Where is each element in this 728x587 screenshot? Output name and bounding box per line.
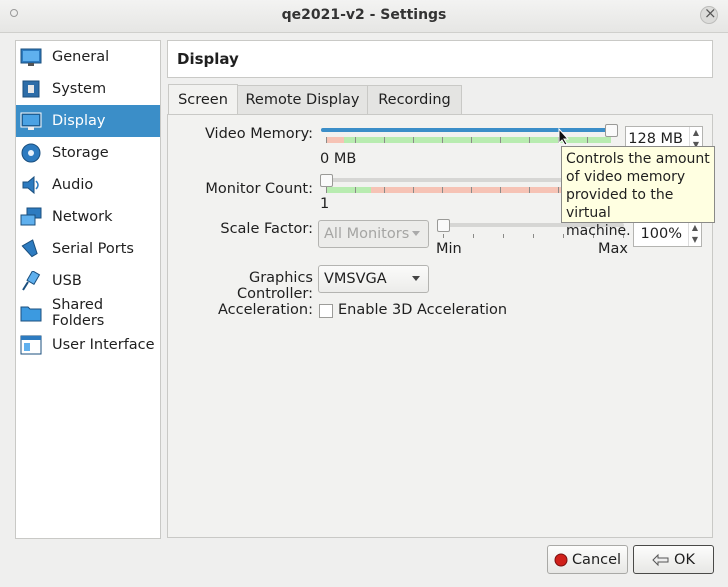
sidebar-item-usb[interactable]: USB	[16, 265, 160, 297]
sidebar-item-label: Shared Folders	[52, 297, 105, 329]
network-icon	[20, 207, 42, 227]
tab-recording[interactable]: Recording	[367, 85, 462, 114]
cancel-icon	[554, 553, 568, 566]
acceleration-label: Acceleration:	[218, 302, 313, 318]
video-memory-slider-handle[interactable]	[605, 124, 618, 137]
sidebar-item-label: System	[52, 81, 107, 97]
tooltip-line: provided to the virtual	[566, 187, 674, 221]
sidebar-item-label: Audio	[52, 177, 94, 193]
sidebar-item-system[interactable]: System	[16, 73, 160, 105]
sidebar-item-label: User Interface	[52, 337, 155, 353]
tab-label: Remote Display	[245, 92, 360, 108]
chip-icon	[20, 79, 42, 99]
tooltip-line: machine.	[566, 223, 631, 239]
disk-icon	[20, 143, 42, 163]
page-title-text: Display	[177, 50, 239, 68]
sidebar-item-audio[interactable]: Audio	[16, 169, 160, 201]
tooltip-line: Controls the amount	[566, 151, 710, 167]
window-title: qe2021-v2 - Settings	[281, 7, 447, 23]
folder-icon	[20, 303, 42, 323]
graphics-controller-select[interactable]: VMSVGA	[318, 265, 429, 293]
sidebar-item-serial-ports[interactable]: Serial Ports	[16, 233, 160, 265]
page-title: Display	[167, 40, 713, 78]
title-bar: qe2021-v2 - Settings	[0, 0, 728, 33]
monitor-count-label: Monitor Count:	[205, 181, 313, 197]
ui-icon	[20, 335, 42, 355]
monitor-icon	[20, 47, 42, 67]
tooltip-line: of video memory	[566, 169, 686, 185]
enable-3d-acceleration-checkbox[interactable]	[319, 304, 333, 318]
tab-label: Recording	[378, 92, 451, 108]
serial-icon	[20, 239, 42, 259]
sidebar-item-label: Network	[52, 209, 113, 225]
display-icon	[20, 111, 42, 131]
chevron-down-icon	[412, 276, 420, 281]
monitor-count-slider-handle[interactable]	[320, 174, 333, 187]
settings-sidebar: General System Display Storage Audio Net…	[15, 40, 161, 539]
scale-monitor-select-value: All Monitors	[324, 226, 410, 242]
cancel-button-label: Cancel	[571, 551, 622, 568]
speaker-icon	[20, 175, 42, 195]
sidebar-item-storage[interactable]: Storage	[16, 137, 160, 169]
graphics-controller-value: VMSVGA	[324, 271, 387, 287]
scale-monitor-select[interactable]: All Monitors	[318, 220, 429, 248]
sidebar-item-label: General	[52, 49, 110, 65]
scale-factor-slider-handle[interactable]	[437, 219, 450, 232]
tab-screen[interactable]: Screen	[168, 84, 238, 115]
scale-max-label: Max	[598, 241, 628, 257]
tab-label: Screen	[178, 92, 228, 108]
ok-button-label: OK	[674, 551, 695, 568]
sidebar-item-label: Serial Ports	[52, 241, 134, 257]
sidebar-item-display[interactable]: Display	[16, 105, 160, 137]
scale-factor-label: Scale Factor:	[220, 221, 313, 237]
video-memory-label: Video Memory:	[204, 126, 313, 142]
monitor-count-min-label: 1	[320, 196, 330, 212]
video-memory-tooltip: Controls the amount of video memory prov…	[561, 146, 715, 239]
sidebar-item-general[interactable]: General	[16, 41, 160, 73]
sidebar-item-user-interface[interactable]: User Interface	[16, 329, 160, 361]
sidebar-item-network[interactable]: Network	[16, 201, 160, 233]
ok-icon	[652, 553, 669, 566]
enable-3d-acceleration-label[interactable]: Enable 3D Acceleration	[338, 302, 507, 318]
sidebar-item-shared-folders[interactable]: Shared Folders	[16, 297, 160, 329]
cancel-button[interactable]: Cancel	[547, 545, 628, 574]
sidebar-item-label: USB	[52, 273, 82, 289]
ok-button[interactable]: OK	[633, 545, 714, 574]
sidebar-item-label: Display	[52, 113, 106, 129]
usb-icon	[20, 271, 42, 291]
tab-remote-display[interactable]: Remote Display	[237, 85, 368, 114]
scale-min-label: Min	[436, 241, 462, 257]
chevron-down-icon	[412, 231, 420, 236]
graphics-controller-label: Graphics Controller:	[237, 270, 313, 302]
video-memory-min-label: 0 MB	[320, 151, 357, 167]
mouse-pointer-icon	[558, 128, 570, 146]
sidebar-item-label: Storage	[52, 145, 109, 161]
video-memory-value: 128 MB	[628, 131, 683, 147]
close-window-button[interactable]	[700, 4, 718, 24]
